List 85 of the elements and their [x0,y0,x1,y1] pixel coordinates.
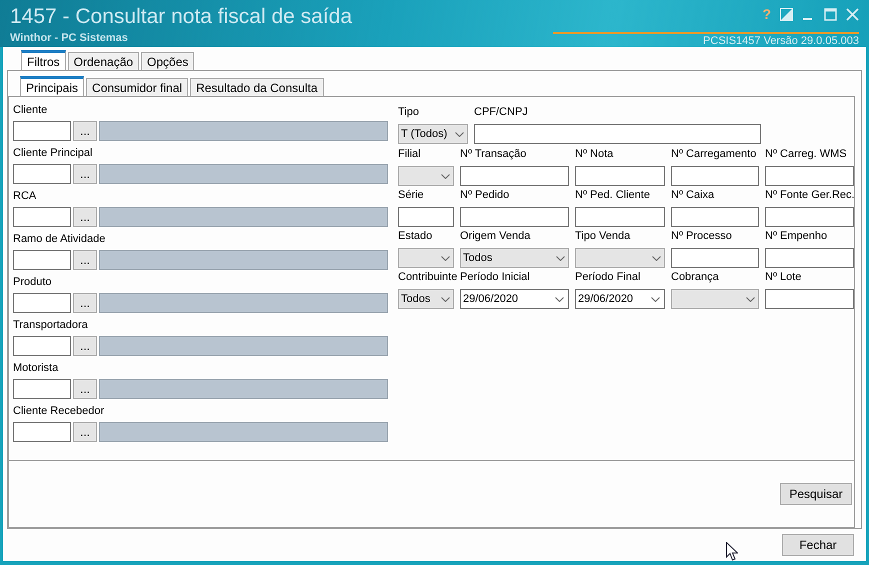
close-button[interactable]: Fechar [782,534,854,556]
field-label: Nº Nota [575,147,614,162]
date-picker[interactable]: 29/06/2020 [460,289,569,309]
field-label: Nº Caixa [671,188,716,203]
tab[interactable]: Principais [20,76,84,96]
field-label: Nº Ped. Cliente [575,188,651,203]
field-label: Cliente Principal [13,146,94,161]
field-label: RCA [13,189,38,204]
lookup-button[interactable]: ... [73,336,97,356]
input-field[interactable] [765,207,854,227]
code-field[interactable] [13,422,71,442]
input-field[interactable] [460,207,569,227]
tab[interactable]: Ordenação [68,52,140,70]
field-label: Cliente Recebedor [13,404,106,419]
lookup-button[interactable]: ... [73,422,97,442]
chevron-down-icon [441,174,450,178]
tab[interactable]: Resultado da Consulta [190,78,324,96]
chevron-down-icon [652,256,661,260]
lookup-button[interactable]: ... [73,164,97,184]
lookup-button[interactable]: ... [73,293,97,313]
field-label: Nº Carreg. WMS [765,147,848,162]
input-field[interactable] [671,207,759,227]
field-label: Motorista [13,361,60,376]
code-field[interactable] [13,121,71,141]
field-label: Produto [13,275,53,290]
field-label: Transportadora [13,318,89,333]
input-field[interactable] [460,166,569,186]
input-field[interactable] [765,166,854,186]
input-field[interactable] [765,248,854,268]
field-label: Cliente [13,103,48,118]
dropdown[interactable]: Todos [398,289,454,309]
chevron-down-icon [455,132,464,136]
field-label: Nº Pedido [460,188,510,203]
code-field[interactable] [13,293,71,313]
tab[interactable]: Consumidor final [86,78,188,96]
code-field[interactable] [13,379,71,399]
field-label: Estado [398,229,434,244]
code-field[interactable] [13,164,71,184]
input-field[interactable] [398,207,454,227]
input-field[interactable] [575,166,665,186]
search-button[interactable]: Pesquisar [780,483,852,505]
chevron-down-icon [441,296,450,302]
field-label: Tipo [398,105,420,120]
input-field[interactable] [474,124,761,144]
window-subtitle: Winthor - PC Sistemas [10,32,129,44]
field-label: Origem Venda [460,229,532,244]
date-picker[interactable]: 29/06/2020 [575,289,665,309]
input-field[interactable] [575,207,665,227]
chevron-down-icon [556,256,565,260]
field-label: Nº Lote [765,270,802,285]
lookup-button[interactable]: ... [73,379,97,399]
field-label: Tipo Venda [575,229,632,244]
maximize-icon[interactable] [824,8,837,20]
input-field[interactable] [765,289,854,309]
code-field[interactable] [13,336,71,356]
field-label: Nº Carregamento [671,147,758,162]
lookup-button[interactable]: ... [73,250,97,270]
tab[interactable]: Opções [141,52,194,70]
tab[interactable]: Filtros [21,50,66,70]
field-label: Série [398,188,425,203]
chevron-down-icon [441,256,450,260]
dropdown[interactable]: Todos [460,248,569,268]
field-label: Período Inicial [460,270,531,285]
chevron-down-icon [555,296,564,302]
chevron-down-icon [746,296,755,302]
close-icon[interactable] [846,8,859,20]
window-title: 1457 - Consultar nota fiscal de saída [10,5,352,29]
field-label: Nº Fonte Ger.Rec. [765,188,854,203]
input-field[interactable] [671,248,759,268]
chevron-down-icon [651,296,660,302]
field-label: Ramo de Atividade [13,232,106,247]
code-field[interactable] [13,250,71,270]
field-label: CPF/CNPJ [474,105,529,120]
field-label: Período Final [575,270,642,285]
field-label: Cobrança [671,270,720,285]
lookup-button[interactable]: ... [73,121,97,141]
field-label: Nº Empenho [765,229,828,244]
field-label: Nº Transação [460,147,528,162]
theme-icon[interactable] [780,8,793,20]
field-label: Nº Processo [671,229,733,244]
input-field[interactable] [671,166,759,186]
field-label: Filial [398,147,422,162]
dropdown[interactable]: T (Todos) [398,124,468,144]
lookup-button[interactable]: ... [73,207,97,227]
code-field[interactable] [13,207,71,227]
